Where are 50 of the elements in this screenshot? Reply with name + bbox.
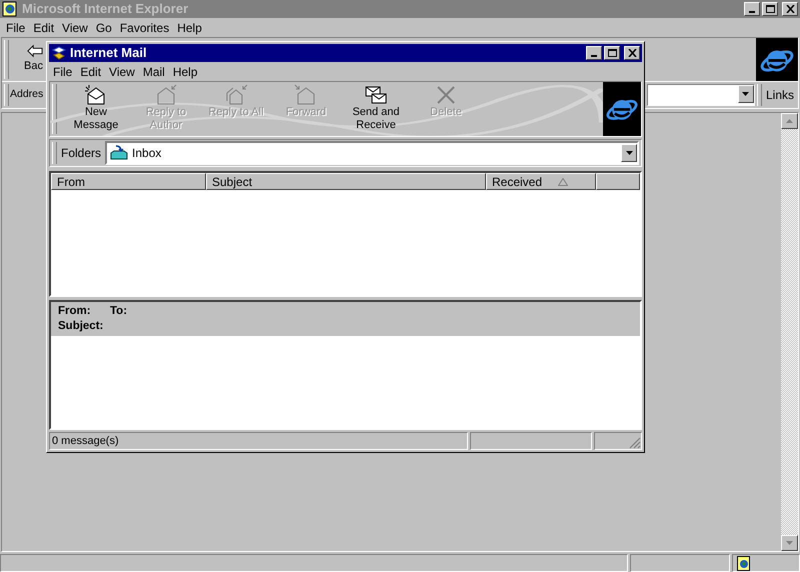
- vertical-scrollbar[interactable]: [781, 113, 798, 551]
- menu-item[interactable]: Edit: [29, 18, 58, 36]
- column-header[interactable]: Received: [486, 173, 596, 190]
- column-header[interactable]: Subject: [206, 173, 486, 190]
- zone-icon: [737, 556, 751, 570]
- back-button[interactable]: Bac: [13, 38, 43, 81]
- menu-item[interactable]: File: [49, 62, 76, 80]
- dropdown-arrow-icon: [626, 151, 632, 155]
- window-title: Microsoft Internet Explorer: [22, 0, 188, 18]
- status-text: 0 message(s): [52, 434, 119, 449]
- envelopes-icon: [364, 84, 388, 106]
- window-title: Internet Mail: [70, 44, 147, 62]
- inbox-tray-icon: [109, 145, 130, 161]
- to-label: To:: [110, 304, 128, 319]
- column-header[interactable]: From: [51, 173, 206, 190]
- column-header[interactable]: [596, 173, 640, 190]
- menu-item[interactable]: View: [58, 18, 92, 36]
- minimize-button[interactable]: [744, 2, 760, 16]
- mail-app-icon: [51, 45, 67, 61]
- close-button[interactable]: [782, 2, 798, 16]
- close-icon: [786, 5, 794, 13]
- menu-item[interactable]: Mail: [138, 62, 169, 80]
- maximize-button[interactable]: [604, 46, 620, 60]
- address-label: Addres: [10, 87, 44, 102]
- close-button[interactable]: [624, 46, 640, 60]
- close-icon: [628, 49, 636, 57]
- menu-item[interactable]: File: [2, 18, 30, 36]
- menu-item[interactable]: View: [105, 62, 139, 80]
- menu-item[interactable]: Favorites: [116, 18, 174, 36]
- maximize-icon: [766, 5, 774, 13]
- toolbar-button[interactable]: Send and Receive: [341, 82, 411, 136]
- scroll-down-icon: [786, 541, 793, 545]
- from-label: From:: [58, 304, 92, 319]
- maximize-button[interactable]: [762, 2, 778, 16]
- browser-page-icon: [2, 1, 18, 17]
- folder-dropdown[interactable]: Inbox: [105, 141, 639, 165]
- subject-label: Subject:: [58, 319, 104, 334]
- toolbar-button[interactable]: New Message: [61, 82, 131, 136]
- address-field[interactable]: [646, 84, 755, 106]
- back-arrow-icon: [27, 44, 43, 58]
- menu-item[interactable]: Go: [92, 18, 116, 36]
- menu-item[interactable]: Help: [173, 18, 206, 36]
- menu-item[interactable]: Help: [168, 62, 202, 80]
- menu-item[interactable]: Edit: [76, 62, 106, 80]
- maximize-icon: [608, 49, 616, 57]
- links-button[interactable]: Links: [766, 86, 798, 104]
- minimize-button[interactable]: [586, 46, 602, 60]
- scroll-up-icon: [786, 119, 793, 123]
- folders-label: Folders: [61, 145, 102, 162]
- dropdown-arrow-icon: [742, 92, 750, 96]
